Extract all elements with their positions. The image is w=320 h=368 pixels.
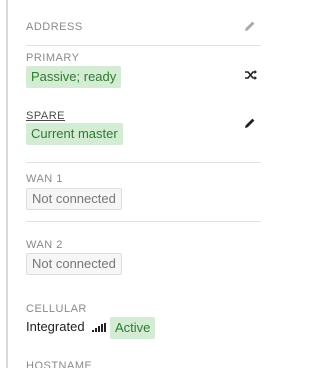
spare-label-link[interactable]: SPARE [26,110,261,123]
signal-bars-icon [92,323,106,332]
hostname-label: HOSTNAME [26,360,93,368]
divider [26,45,261,46]
cellular-section: CELLULAR [26,303,261,316]
wan1-section: WAN 1 [26,173,261,186]
primary-status-badge: Passive; ready [26,66,122,88]
pencil-icon[interactable] [244,117,256,129]
spare-section: SPARE [26,110,261,123]
divider [26,162,261,163]
shuffle-icon[interactable] [244,69,258,81]
pencil-icon[interactable] [244,20,256,32]
divider [26,221,261,222]
wan2-status-badge: Not connected [26,253,122,275]
cellular-label: CELLULAR [26,303,87,315]
wan2-label: WAN 2 [26,239,63,251]
primary-label: PRIMARY [26,52,80,64]
cellular-type: Integrated [26,319,85,334]
address-label: ADDRESS [26,21,83,33]
spare-status-badge: Current master [26,123,123,145]
wan2-section: WAN 2 [26,239,261,252]
scroll-track[interactable] [6,0,8,368]
hostname-section: HOSTNAME [26,360,261,368]
cellular-status-badge: Active [110,317,156,339]
address-section: ADDRESS [26,21,261,34]
device-details-panel: ADDRESS PRIMARY Passive; ready SPARE Cur… [0,0,288,368]
wan1-label: WAN 1 [26,173,63,185]
primary-section: PRIMARY [26,52,261,65]
wan1-status-badge: Not connected [26,188,122,210]
